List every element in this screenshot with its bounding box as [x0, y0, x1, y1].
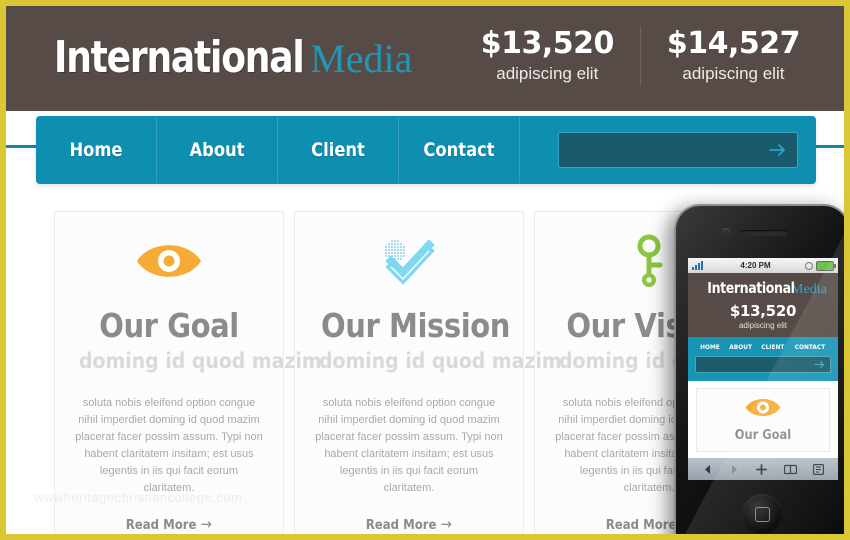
- phone-nav-item-about[interactable]: ABOUT: [729, 343, 752, 351]
- phone-nav-item-client[interactable]: CLIENT: [762, 343, 785, 351]
- signal-bars-icon: [692, 261, 703, 270]
- watermark-text: wwwheritagechristiancollege.com: [34, 490, 243, 505]
- phone-feature-card[interactable]: Our Goal: [696, 388, 830, 452]
- nav-divider: [398, 117, 399, 183]
- read-more-label: Read More: [365, 518, 437, 533]
- phone-status-bar: 4:20 PM: [688, 258, 838, 273]
- site-logo[interactable]: International Media: [54, 32, 412, 83]
- phone-nav-item-contact[interactable]: CONTACT: [795, 343, 826, 351]
- nav-item-contact[interactable]: Contact: [407, 139, 510, 161]
- phone-logo-secondary: Media: [791, 282, 827, 297]
- card-subtitle: doming id quod mazim: [79, 349, 322, 373]
- arrow-right-icon: →: [440, 515, 453, 533]
- main-navigation: Home About Client Contact: [36, 116, 816, 184]
- stat-value: $14,527: [666, 26, 801, 61]
- stat-label: adipiscing elit: [496, 64, 599, 83]
- card-title: Our Goal: [99, 306, 239, 345]
- plus-icon[interactable]: [756, 463, 768, 475]
- phone-nav-item-home[interactable]: HOME: [700, 343, 720, 351]
- home-button-icon[interactable]: [742, 494, 782, 534]
- nav-divider: [156, 117, 157, 183]
- arrow-right-icon[interactable]: [814, 359, 826, 370]
- phone-clock: 4:20 PM: [740, 261, 771, 270]
- arrow-right-icon: →: [200, 515, 213, 533]
- card-title: Our Mission: [321, 306, 510, 345]
- stat-value: $13,520: [480, 26, 615, 61]
- logo-secondary-text: Media: [310, 36, 413, 81]
- phone-search-input[interactable]: [695, 356, 831, 373]
- stat-item: $13,520 adipiscing elit: [455, 26, 640, 86]
- card-subtitle: doming id quod mazim: [319, 349, 562, 373]
- forward-arrow-icon[interactable]: [729, 464, 740, 475]
- phone-camera-icon: [722, 228, 730, 236]
- phone-speaker-icon: [740, 230, 788, 236]
- read-more-label: Read More: [605, 518, 677, 533]
- search-input[interactable]: [558, 132, 798, 168]
- home-button-square: [754, 506, 770, 522]
- phone-mockup: 4:20 PM InternationalMedia $13,520 adipi…: [674, 204, 844, 534]
- phone-site-header: InternationalMedia $13,520 adipiscing el…: [688, 273, 838, 337]
- gear-icon: [805, 261, 813, 270]
- phone-navigation: HOME ABOUT CLIENT CONTACT: [688, 337, 838, 356]
- key-icon: [637, 234, 663, 287]
- nav-item-about[interactable]: About: [165, 139, 268, 161]
- phone-logo: InternationalMedia: [688, 279, 838, 298]
- phone-search-container: [688, 356, 838, 381]
- stat-label: adipiscing elit: [682, 64, 785, 83]
- nav-divider: [277, 117, 278, 183]
- eye-icon: [745, 398, 781, 417]
- card-icon-wrap: [309, 230, 509, 292]
- feature-card[interactable]: Our Mission doming id quod mazim soluta …: [294, 211, 562, 534]
- site-header: International Media $13,520 adipiscing el…: [6, 6, 844, 111]
- card-icon-wrap: [69, 230, 269, 292]
- stat-item: $14,527 adipiscing elit: [639, 26, 826, 86]
- back-arrow-icon[interactable]: [702, 464, 713, 475]
- card-body-text: soluta nobis eleifend option congue nihi…: [315, 397, 503, 494]
- phone-card-title: Our Goal: [734, 428, 792, 443]
- phone-logo-primary: International: [707, 279, 795, 297]
- nav-item-client[interactable]: Client: [286, 139, 389, 161]
- header-stats: $13,520 adipiscing elit $14,527 adipisci…: [455, 26, 826, 86]
- nav-divider: [519, 117, 520, 183]
- logo-primary-text: International: [54, 32, 305, 83]
- eye-icon: [137, 245, 201, 277]
- nav-item-home[interactable]: Home: [44, 139, 147, 161]
- search-container: [558, 132, 798, 168]
- book-icon[interactable]: [783, 464, 797, 475]
- read-more-link[interactable]: Read More →: [366, 515, 452, 533]
- battery-icon: [816, 260, 836, 271]
- read-more-label: Read More: [125, 518, 197, 533]
- double-check-icon: [384, 239, 435, 285]
- page-root: International Media $13,520 adipiscing el…: [0, 0, 850, 540]
- phone-stat-label: adipiscing elit: [738, 321, 788, 330]
- phone-screen: 4:20 PM InternationalMedia $13,520 adipi…: [688, 258, 838, 480]
- tabs-icon[interactable]: [812, 463, 824, 475]
- read-more-link[interactable]: Read More →: [126, 515, 212, 533]
- phone-stat-value: $13,520: [729, 302, 797, 320]
- card-body-text: soluta nobis eleifend option congue nihi…: [75, 397, 263, 494]
- phone-browser-toolbar: [688, 458, 838, 480]
